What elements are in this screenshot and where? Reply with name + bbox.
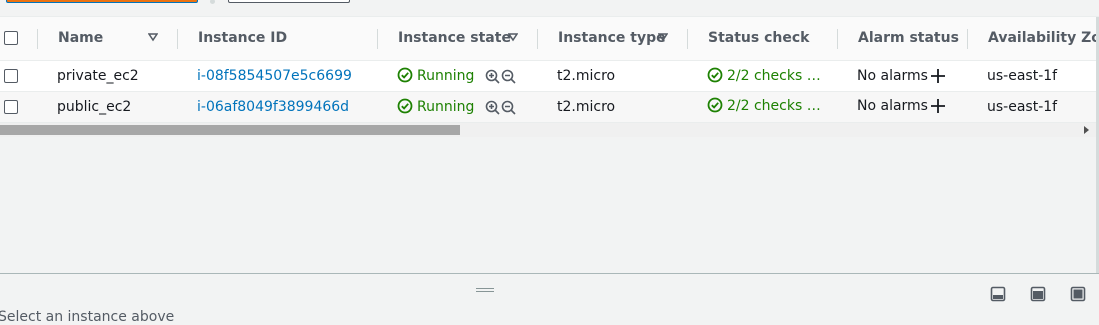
- scroll-right-arrow-icon[interactable]: [1084, 126, 1089, 134]
- check-circle-icon: [707, 97, 723, 113]
- instance-state: Running: [397, 92, 474, 122]
- instance-type: t2.micro: [557, 68, 616, 84]
- status-check-label: 2/2 checks …: [727, 68, 821, 84]
- column-divider: [687, 29, 688, 49]
- horizontal-scrollbar[interactable]: [0, 123, 1099, 137]
- panel-bottom-icon[interactable]: [990, 286, 1006, 302]
- select-all-checkbox[interactable]: [4, 31, 18, 45]
- plus-icon[interactable]: [930, 98, 946, 114]
- instance-state-label: Running: [417, 99, 475, 115]
- status-check[interactable]: 2/2 checks …: [707, 91, 821, 121]
- instance-state-label: Running: [417, 68, 475, 84]
- status-check-label: 2/2 checks …: [727, 98, 821, 114]
- instance-name: public_ec2: [57, 99, 132, 115]
- launch-instances-button[interactable]: [6, 0, 198, 3]
- alarm-status: No alarms: [857, 68, 928, 84]
- availability-zone: us-east-1f: [987, 99, 1058, 115]
- zoom-icons: [485, 100, 516, 115]
- split-panel-hint: Select an instance above: [0, 309, 175, 325]
- split-panel: Select an instance above: [0, 273, 1099, 325]
- plus-icon[interactable]: [930, 68, 946, 84]
- instance-name: private_ec2: [57, 68, 139, 84]
- availability-zone: us-east-1f: [987, 68, 1058, 84]
- column-header-status-check[interactable]: Status check: [708, 17, 809, 60]
- table-row[interactable]: private_ec2 i-08f5854507e5c6699 Running …: [0, 61, 1099, 92]
- instance-id-link[interactable]: i-06af8049f3899466d: [197, 92, 349, 122]
- column-divider: [377, 29, 378, 49]
- sort-down-icon[interactable]: [148, 32, 158, 42]
- alarm-status: No alarms: [857, 98, 928, 114]
- instance-type: t2.micro: [557, 99, 616, 115]
- scrollbar-thumb[interactable]: [0, 125, 460, 135]
- panel-side-icon[interactable]: [1030, 286, 1046, 302]
- panel-hide-icon[interactable]: [1070, 286, 1086, 302]
- check-circle-icon: [707, 67, 723, 83]
- zoom-icons: [485, 69, 516, 84]
- column-header-instance-id[interactable]: Instance ID: [198, 17, 287, 60]
- zoom-out-icon[interactable]: [501, 100, 516, 115]
- check-circle-icon: [397, 98, 413, 114]
- sort-down-icon[interactable]: [508, 32, 518, 42]
- divider-dot: [210, 0, 215, 4]
- instances-table: Name Instance ID Instance state Instance…: [0, 16, 1099, 274]
- zoom-out-icon[interactable]: [501, 69, 516, 84]
- actions-button[interactable]: [228, 0, 350, 3]
- column-divider: [177, 29, 178, 49]
- table-row[interactable]: public_ec2 i-06af8049f3899466d Running t…: [0, 92, 1099, 123]
- zoom-in-icon[interactable]: [485, 100, 500, 115]
- column-header-alarm-status[interactable]: Alarm status: [858, 17, 959, 60]
- status-check[interactable]: 2/2 checks …: [707, 61, 821, 91]
- column-header-instance-type[interactable]: Instance type: [558, 17, 666, 60]
- column-divider: [837, 29, 838, 49]
- zoom-in-icon[interactable]: [485, 69, 500, 84]
- column-divider: [37, 29, 38, 49]
- instance-id-link[interactable]: i-08f5854507e5c6699: [197, 61, 352, 91]
- row-checkbox[interactable]: [4, 69, 18, 83]
- table-header: Name Instance ID Instance state Instance…: [0, 17, 1099, 61]
- column-divider: [967, 29, 968, 49]
- column-header-name[interactable]: Name: [58, 17, 103, 60]
- check-circle-icon: [397, 67, 413, 83]
- column-divider: [537, 29, 538, 49]
- column-header-availability-zone[interactable]: Availability Zon: [988, 17, 1099, 60]
- sort-down-icon[interactable]: [658, 32, 668, 42]
- column-header-instance-state[interactable]: Instance state: [398, 17, 511, 60]
- drag-handle-icon[interactable]: [476, 288, 494, 293]
- instance-state: Running: [397, 61, 474, 91]
- row-checkbox[interactable]: [4, 100, 18, 114]
